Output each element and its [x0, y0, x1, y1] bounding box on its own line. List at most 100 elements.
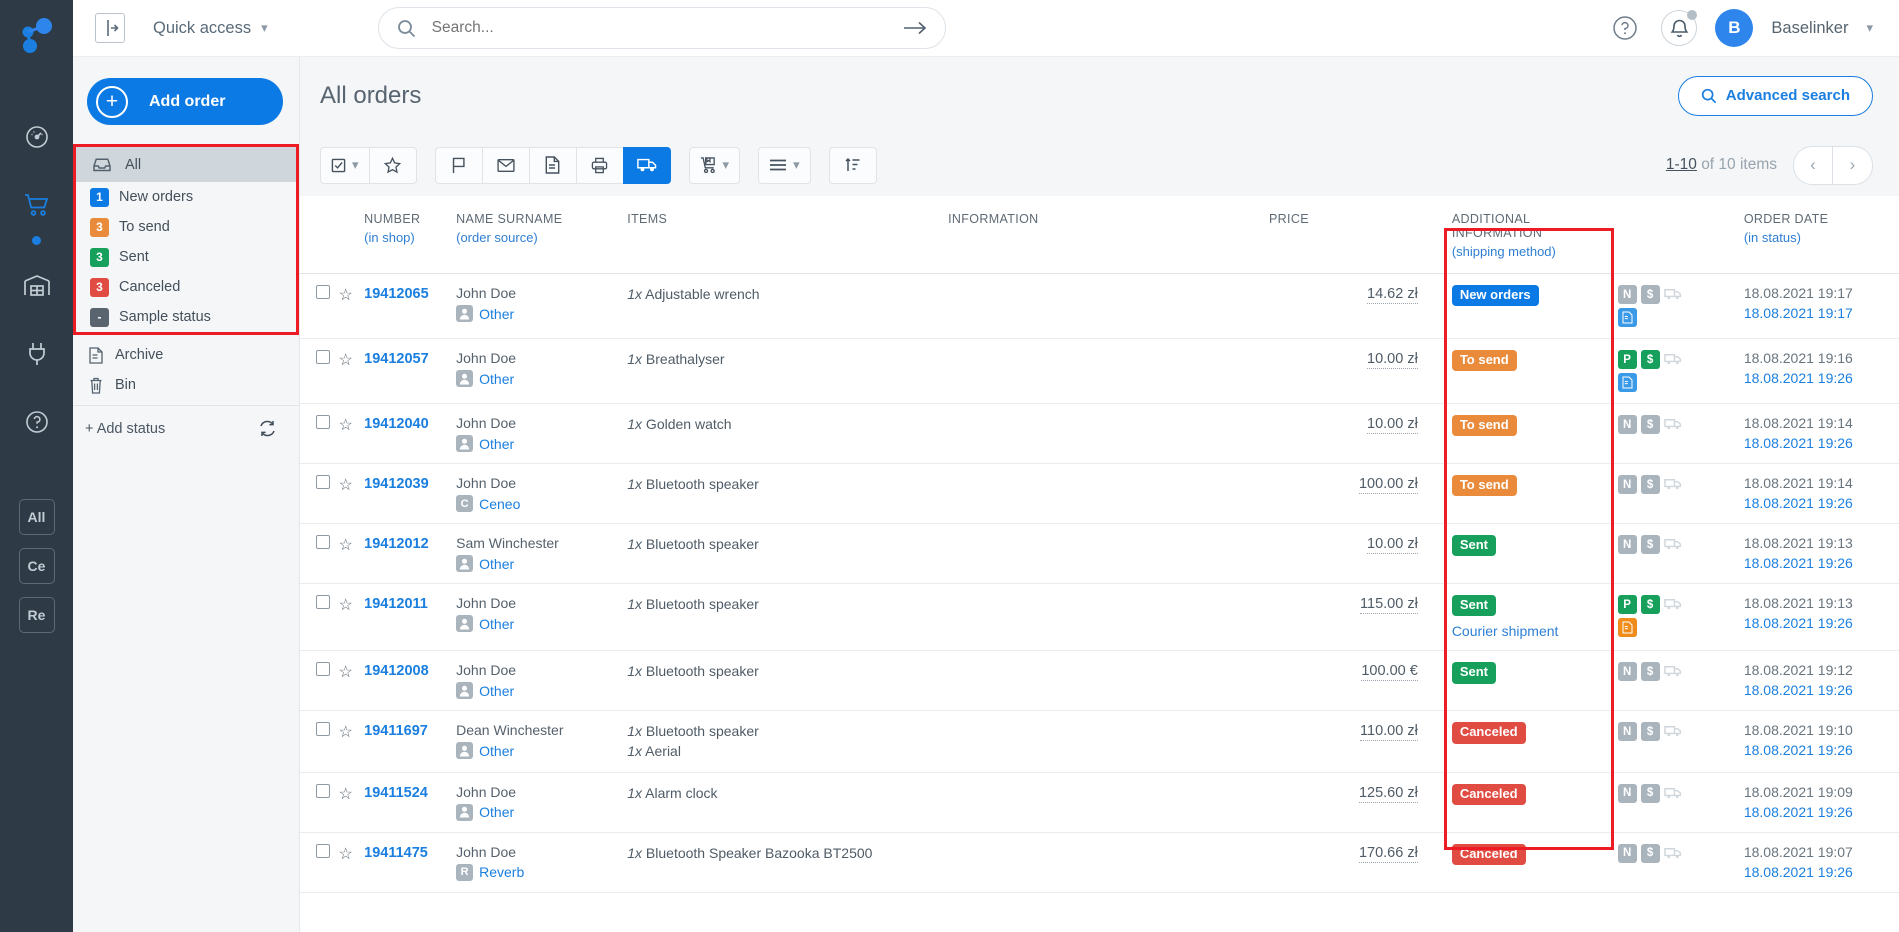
- prev-page-button[interactable]: ‹: [1794, 147, 1833, 184]
- status-date[interactable]: 18.08.2021 19:26: [1744, 555, 1899, 571]
- status-date[interactable]: 18.08.2021 19:26: [1744, 864, 1899, 880]
- order-source[interactable]: CCeneo: [456, 495, 627, 512]
- add-status-button[interactable]: + Add status: [85, 421, 165, 437]
- table-row[interactable]: ☆19412011John DoeOther1x Bluetooth speak…: [300, 584, 1899, 651]
- row-checkbox[interactable]: [316, 535, 330, 549]
- order-source[interactable]: Other: [456, 370, 627, 387]
- status-badge[interactable]: Canceled: [1452, 844, 1526, 865]
- order-number-link[interactable]: 19411697: [364, 723, 428, 739]
- shipping-method[interactable]: Courier shipment: [1452, 623, 1618, 639]
- sidebar-item-bin[interactable]: Bin: [73, 370, 299, 400]
- row-checkbox[interactable]: [316, 784, 330, 798]
- help-circle-icon[interactable]: [1607, 10, 1643, 46]
- table-row[interactable]: ☆19412040John DoeOther1x Golden watch10.…: [300, 404, 1899, 464]
- table-row[interactable]: ☆19411475John DoeRReverb1x Bluetooth Spe…: [300, 832, 1899, 892]
- filter-tag-re[interactable]: Re: [19, 597, 55, 633]
- dashboard-icon[interactable]: [14, 114, 60, 160]
- order-source[interactable]: Other: [456, 305, 627, 322]
- sidebar-item-status-2[interactable]: 3Sent: [76, 242, 296, 272]
- table-row[interactable]: ☆19411697Dean WinchesterOther1x Bluetoot…: [300, 711, 1899, 773]
- sidebar-item-archive[interactable]: Archive: [73, 340, 299, 370]
- flag-button[interactable]: [435, 147, 483, 184]
- status-date[interactable]: 18.08.2021 19:26: [1744, 742, 1899, 758]
- order-number-link[interactable]: 19412011: [364, 596, 428, 612]
- status-badge[interactable]: Canceled: [1452, 784, 1526, 805]
- filter-tag-ce[interactable]: Ce: [19, 548, 55, 584]
- add-order-button[interactable]: + Add order: [87, 78, 283, 125]
- order-source[interactable]: RReverb: [456, 864, 627, 881]
- status-badge[interactable]: Sent: [1452, 662, 1496, 683]
- row-checkbox[interactable]: [316, 285, 330, 299]
- star-icon[interactable]: ☆: [339, 352, 353, 369]
- table-row[interactable]: ☆19412057John DoeOther1x Breathalyser10.…: [300, 339, 1899, 404]
- warehouse-icon[interactable]: [14, 263, 60, 309]
- order-source[interactable]: Other: [456, 555, 627, 572]
- order-number-link[interactable]: 19412057: [364, 351, 429, 367]
- global-search[interactable]: [378, 7, 946, 49]
- filter-tag-all[interactable]: All: [19, 499, 55, 535]
- status-date[interactable]: 18.08.2021 19:26: [1744, 495, 1899, 511]
- sidebar-item-status-4[interactable]: -Sample status: [76, 302, 296, 332]
- print-button[interactable]: [576, 147, 624, 184]
- star-icon[interactable]: ☆: [339, 786, 353, 803]
- star-icon[interactable]: ☆: [339, 477, 353, 494]
- status-badge[interactable]: To send: [1452, 415, 1517, 436]
- star-icon[interactable]: ☆: [339, 664, 353, 681]
- sidebar-item-status-0[interactable]: 1New orders: [76, 182, 296, 212]
- next-page-button[interactable]: ›: [1833, 147, 1872, 184]
- baselinker-logo-icon[interactable]: [14, 14, 60, 60]
- row-checkbox[interactable]: [316, 475, 330, 489]
- row-checkbox[interactable]: [316, 415, 330, 429]
- table-row[interactable]: ☆19412039John DoeCCeneo1x Bluetooth spea…: [300, 464, 1899, 524]
- email-button[interactable]: [482, 147, 530, 184]
- row-checkbox[interactable]: [316, 662, 330, 676]
- order-number-link[interactable]: 19412008: [364, 663, 429, 679]
- row-checkbox[interactable]: [316, 350, 330, 364]
- sidebar-item-status-3[interactable]: 3Canceled: [76, 272, 296, 302]
- table-row[interactable]: ☆19412065John DoeOther1x Adjustable wren…: [300, 274, 1899, 339]
- star-icon[interactable]: ☆: [339, 417, 353, 434]
- cart-icon[interactable]: [14, 182, 60, 228]
- status-date[interactable]: 18.08.2021 19:26: [1744, 804, 1899, 820]
- integrations-icon[interactable]: [14, 331, 60, 377]
- star-icon[interactable]: ☆: [339, 537, 353, 554]
- table-row[interactable]: ☆19411524John DoeOther1x Alarm clock125.…: [300, 772, 1899, 832]
- quick-access-menu[interactable]: Quick access ▾: [153, 19, 268, 38]
- user-menu-chevron-down-icon[interactable]: ▾: [1866, 20, 1873, 36]
- avatar[interactable]: B: [1715, 9, 1753, 47]
- actions-dropdown[interactable]: ▾: [758, 147, 811, 184]
- search-submit-arrow-icon[interactable]: [903, 21, 927, 35]
- favourite-button[interactable]: [369, 147, 417, 184]
- notifications-bell-icon[interactable]: [1661, 10, 1697, 46]
- sidebar-item-status-1[interactable]: 3To send: [76, 212, 296, 242]
- refresh-icon[interactable]: [258, 419, 277, 438]
- sidebar-item-all[interactable]: All: [76, 147, 296, 182]
- star-icon[interactable]: ☆: [339, 287, 353, 304]
- star-icon[interactable]: ☆: [339, 846, 353, 863]
- order-number-link[interactable]: 19411524: [364, 785, 428, 801]
- status-date[interactable]: 18.08.2021 19:26: [1744, 435, 1899, 451]
- document-button[interactable]: [529, 147, 577, 184]
- sort-button[interactable]: [829, 147, 877, 184]
- order-number-link[interactable]: 19412065: [364, 286, 429, 302]
- order-source[interactable]: Other: [456, 435, 627, 452]
- row-checkbox[interactable]: [316, 595, 330, 609]
- order-number-link[interactable]: 19412012: [364, 536, 429, 552]
- status-date[interactable]: 18.08.2021 19:17: [1744, 305, 1899, 321]
- order-number-link[interactable]: 19412039: [364, 476, 429, 492]
- help-icon[interactable]: [14, 399, 60, 445]
- status-date[interactable]: 18.08.2021 19:26: [1744, 370, 1899, 386]
- packing-dropdown[interactable]: ▾: [689, 147, 741, 184]
- status-badge[interactable]: New orders: [1452, 285, 1539, 306]
- status-badge[interactable]: To send: [1452, 350, 1517, 371]
- search-input[interactable]: [432, 19, 903, 37]
- star-icon[interactable]: ☆: [339, 597, 353, 614]
- status-date[interactable]: 18.08.2021 19:26: [1744, 615, 1899, 631]
- shipping-button[interactable]: [623, 147, 671, 184]
- order-source[interactable]: Other: [456, 742, 627, 759]
- status-badge[interactable]: To send: [1452, 475, 1517, 496]
- order-number-link[interactable]: 19412040: [364, 416, 429, 432]
- star-icon[interactable]: ☆: [339, 724, 353, 741]
- status-badge[interactable]: Sent: [1452, 595, 1496, 616]
- row-checkbox[interactable]: [316, 844, 330, 858]
